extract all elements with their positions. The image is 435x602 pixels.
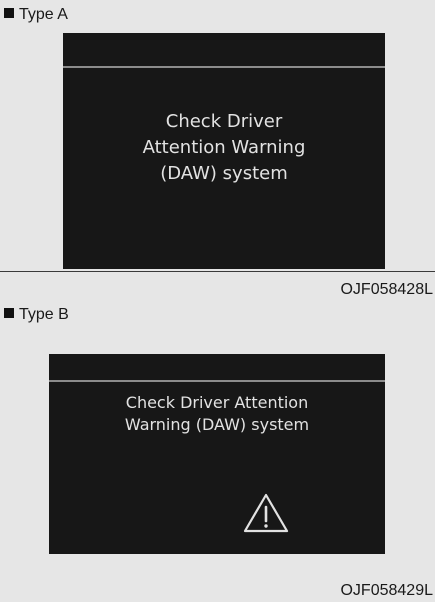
type-a-display-panel: Check Driver Attention Warning (DAW) sys… xyxy=(63,33,385,269)
type-b-message-line-2: Warning (DAW) system xyxy=(124,415,310,434)
type-a-panel-divider xyxy=(63,66,385,68)
type-a-message-line-2: Attention Warning xyxy=(142,137,306,158)
square-bullet-icon xyxy=(4,308,14,318)
type-b-label: Type B xyxy=(4,306,69,324)
type-b-warning-message: Check Driver Attention Warning (DAW) sys… xyxy=(49,392,385,436)
section-separator xyxy=(0,271,435,272)
type-b-label-text: Type B xyxy=(19,306,69,323)
type-a-label: Type A xyxy=(4,6,68,24)
type-a-label-text: Type A xyxy=(19,6,68,23)
square-bullet-icon xyxy=(4,8,14,18)
type-a-message-line-1: Check Driver xyxy=(165,111,283,132)
type-a-warning-message: Check Driver Attention Warning (DAW) sys… xyxy=(63,109,385,187)
type-b-figure-code: OJF058429L xyxy=(340,582,433,599)
type-a-figure-code: OJF058428L xyxy=(340,281,433,298)
type-b-message-line-1: Check Driver Attention xyxy=(125,393,309,412)
type-a-section: Type A Check Driver Attention Warning (D… xyxy=(0,0,435,300)
warning-triangle-icon xyxy=(243,493,289,533)
type-b-panel-divider xyxy=(49,380,385,382)
type-b-display-panel: Check Driver Attention Warning (DAW) sys… xyxy=(49,354,385,554)
type-a-message-line-3: (DAW) system xyxy=(160,163,288,184)
type-b-section: Type B Check Driver Attention Warning (D… xyxy=(0,300,435,602)
